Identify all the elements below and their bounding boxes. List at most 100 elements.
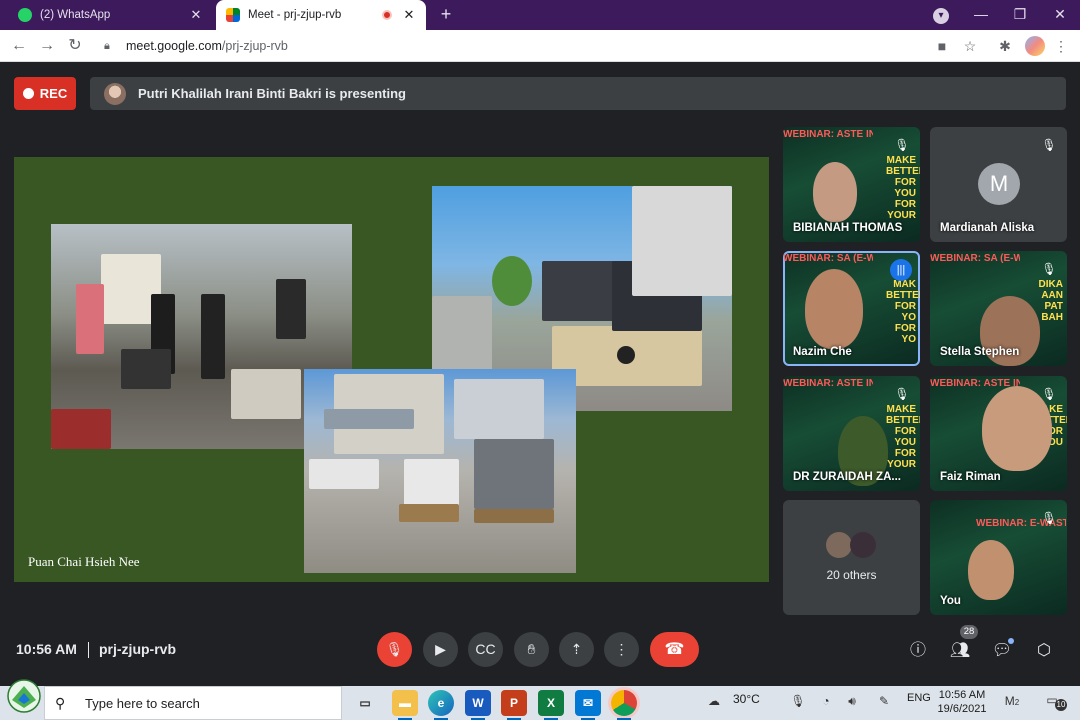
reload-icon[interactable]: ↻: [66, 37, 84, 55]
participant-tile[interactable]: WEBINAR: ASTE IN SABAH MAKE BETTER FOR Y…: [930, 376, 1067, 491]
excel-icon[interactable]: X: [538, 690, 564, 720]
language-indicator[interactable]: ENG: [907, 692, 931, 704]
back-icon[interactable]: ←: [10, 37, 28, 55]
word-icon[interactable]: W: [465, 690, 491, 720]
microphone-icon[interactable]: 🎙︎: [790, 693, 806, 709]
activities-icon[interactable]: ⬡: [1033, 640, 1055, 662]
taskbar-search[interactable]: ⚲ Type here to search: [44, 686, 342, 720]
participant-name: You: [940, 595, 961, 607]
self-tile[interactable]: WEBINAR: E-WASTE IN SABAH 🎙︎ You: [930, 500, 1067, 615]
mic-off-icon: 🎙︎: [894, 138, 910, 152]
close-icon[interactable]: ✕: [189, 7, 203, 23]
network-icon[interactable]: ◔: [818, 693, 834, 709]
recording-badge[interactable]: REC: [14, 77, 76, 110]
mic-off-icon: 🎙︎: [1041, 387, 1057, 401]
participant-name: Nazim Che: [793, 346, 852, 358]
participant-tile[interactable]: WEBINAR: ASTE IN SABAH MAKE BETTER FOR Y…: [783, 127, 920, 242]
presenting-text: Putri Khalilah Irani Binti Bakri is pres…: [138, 86, 406, 101]
speaking-icon: |||: [890, 259, 912, 281]
chat-unread-dot: [1008, 638, 1014, 644]
profile-avatar[interactable]: [1025, 36, 1045, 56]
weather-icon[interactable]: ☁: [706, 693, 722, 709]
chrome-icon[interactable]: [611, 690, 637, 720]
participant-tile[interactable]: WEBINAR: SA (E-WASTE) DI SABAH DIKA AAN …: [930, 251, 1067, 366]
recording-indicator-icon: [382, 10, 392, 20]
pen-icon[interactable]: ✎: [876, 693, 892, 709]
participant-tile-active-speaker[interactable]: WEBINAR: SA (E-WASTE) DI MAK BETTER FOR …: [783, 251, 920, 366]
participant-name: BIBIANAH THOMAS: [793, 222, 903, 234]
notifications-icon[interactable]: ▭ 10: [1043, 693, 1067, 711]
meet-icon: [226, 8, 240, 22]
taskbar-time: 10:56 AM: [938, 689, 986, 701]
bookmark-star-icon[interactable]: ☆: [961, 37, 979, 55]
raise-hand-button[interactable]: ✋︎: [514, 632, 549, 667]
presentation-slide: Puan Chai Hsieh Nee: [14, 157, 769, 582]
leave-call-button[interactable]: ☎︎: [650, 632, 699, 667]
forward-icon[interactable]: →: [38, 37, 56, 55]
mic-off-icon: 🎙︎: [1041, 138, 1057, 152]
task-view-icon[interactable]: ▭: [352, 690, 378, 716]
mic-off-icon: 🎙︎: [1041, 262, 1057, 276]
browser-toolbar: ← → ↻ 🔒︎ meet.google.com/prj-zjup-rvb ■ …: [0, 30, 1080, 62]
close-icon[interactable]: ✕: [402, 7, 416, 23]
tab-title: (2) WhatsApp: [40, 9, 111, 21]
others-tile[interactable]: 20 others: [783, 500, 920, 615]
mic-off-icon: 🎙︎: [894, 387, 910, 401]
tab-whatsapp[interactable]: (2) WhatsApp ✕: [8, 0, 213, 30]
mail-tray-icon[interactable]: M2: [1004, 693, 1020, 709]
slide-caption: Puan Chai Hsieh Nee: [28, 554, 140, 569]
lock-icon: 🔒︎: [104, 39, 110, 52]
participant-tile[interactable]: M 🎙︎ Mardianah Aliska: [930, 127, 1067, 242]
search-icon: ⚲: [55, 694, 66, 711]
notification-count: 10: [1055, 699, 1067, 711]
tab-search-icon[interactable]: ▾: [933, 8, 949, 24]
meeting-code: prj-zjup-rvb: [99, 641, 176, 657]
mic-off-button[interactable]: 🎙︎: [377, 632, 412, 667]
url-text: meet.google.com/prj-zjup-rvb: [126, 39, 288, 53]
participant-count-badge: 28: [960, 625, 978, 639]
participant-video: [813, 162, 857, 222]
address-bar[interactable]: 🔒︎ meet.google.com/prj-zjup-rvb: [94, 34, 992, 58]
volume-icon[interactable]: 🔊︎: [844, 693, 860, 709]
tab-meet[interactable]: Meet - prj-zjup-rvb ✕: [216, 0, 426, 30]
more-options-button[interactable]: ⋮: [604, 632, 639, 667]
others-count-label: 20 others: [826, 568, 877, 582]
url-path: /prj-zjup-rvb: [221, 39, 288, 53]
maximize-icon[interactable]: ❐: [1009, 4, 1031, 24]
powerpoint-icon[interactable]: P: [501, 690, 527, 720]
participant-name: Stella Stephen: [940, 346, 1020, 358]
presenter-avatar: [104, 82, 126, 105]
tile-side-text: MAKE BETTER FOR YOU FOR YOUR: [886, 404, 920, 470]
new-tab-button[interactable]: +: [437, 5, 455, 23]
present-now-button[interactable]: ⇡: [559, 632, 594, 667]
participant-avatar: M: [978, 163, 1020, 205]
file-explorer-icon[interactable]: ▬: [392, 690, 418, 720]
tile-banner: WEBINAR: SA (E-WASTE) DI SABAH: [930, 253, 1020, 264]
camera-button[interactable]: ▶: [423, 632, 458, 667]
taskbar-date: 19/6/2021: [937, 703, 987, 715]
minimize-icon[interactable]: —: [970, 4, 992, 24]
participant-video: [805, 269, 863, 349]
meeting-clock: 10:56 AM: [16, 641, 77, 657]
captions-button[interactable]: CC: [468, 632, 503, 667]
tile-banner: WEBINAR: ASTE IN SABAH: [783, 378, 873, 389]
recording-label: REC: [39, 86, 68, 101]
start-logo-icon[interactable]: [6, 676, 44, 716]
tile-banner: WEBINAR: SA (E-WASTE) DI: [783, 253, 873, 264]
search-placeholder: Type here to search: [85, 695, 200, 711]
edge-icon[interactable]: e: [428, 690, 454, 720]
window-close-icon[interactable]: ✕: [1049, 4, 1071, 24]
browser-menu-icon[interactable]: ⋮: [1052, 37, 1070, 55]
taskbar-clock[interactable]: 10:56 AM 19/6/2021: [932, 688, 992, 716]
mail-icon[interactable]: ✉: [575, 690, 601, 720]
tab-title: Meet - prj-zjup-rvb: [248, 9, 342, 21]
participant-name: Mardianah Aliska: [940, 222, 1035, 234]
participant-tile[interactable]: WEBINAR: ASTE IN SABAH MAKE BETTER FOR Y…: [783, 376, 920, 491]
meeting-details-icon[interactable]: ⓘ: [907, 640, 929, 662]
weather-temp[interactable]: 30°C: [733, 692, 760, 706]
extensions-icon[interactable]: ✱: [996, 37, 1014, 55]
participant-video: [968, 540, 1014, 600]
record-dot-icon: [22, 88, 34, 99]
people-icon[interactable]: 👥︎: [949, 640, 971, 662]
camera-permission-icon[interactable]: ■: [933, 37, 951, 55]
